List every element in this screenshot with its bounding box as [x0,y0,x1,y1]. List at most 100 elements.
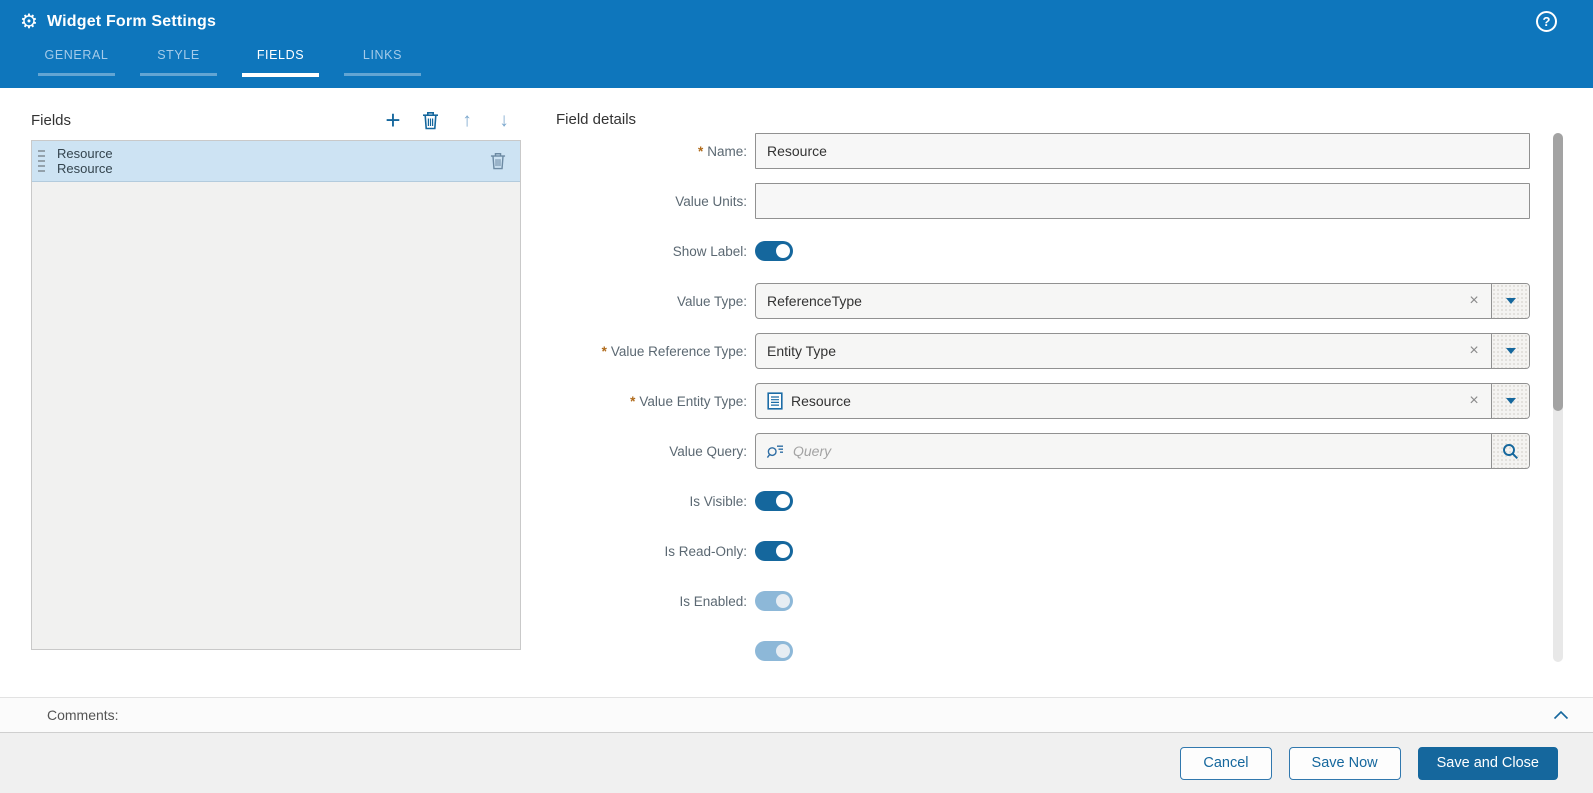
dropdown-open-button[interactable] [1491,284,1529,318]
tab-style[interactable]: STYLE [140,46,217,77]
toggle-knob [776,594,790,608]
show-label-toggle[interactable] [755,241,793,261]
query-icon [766,445,783,458]
footer-action-bar: Cancel Save Now Save and Close [0,733,1593,793]
toggle-knob [776,494,790,508]
trash-icon [422,111,438,129]
chevron-up-icon [1553,710,1569,720]
save-now-button[interactable]: Save Now [1288,746,1401,780]
is-enabled-label: Is Enabled: [679,593,747,609]
drag-handle-icon[interactable] [38,149,45,173]
question-mark-icon: ? [1542,14,1551,29]
row-value-reference-type: * Value Reference Type: Entity Type × [556,333,1530,369]
move-up-button[interactable]: ↑ [456,108,478,132]
value-entity-type-label: * Value Entity Type: [630,393,747,409]
fields-list: Resource Resource [31,140,521,650]
tab-underline [344,73,421,76]
name-label: * Name: [697,143,747,159]
chevron-down-icon [1505,398,1516,404]
is-enabled-toggle[interactable] [755,591,793,611]
tab-underline [140,73,217,76]
tab-bar: GENERAL STYLE FIELDS LINKS [38,46,1593,77]
required-asterisk: * [630,393,636,409]
tab-underline [38,73,115,76]
list-item-line2: Resource [57,161,113,176]
value-reference-type-label: * Value Reference Type: [601,343,747,359]
form-scrollbar-thumb[interactable] [1553,133,1563,411]
list-item-line1: Resource [57,146,113,161]
toggle-knob [776,644,790,658]
chevron-down-icon [1505,348,1516,354]
value-entity-type-dropdown[interactable]: Resource × [755,383,1530,419]
titlebar: ⚙ Widget Form Settings [0,0,1593,32]
tab-underline [242,73,319,77]
required-asterisk: * [601,343,607,359]
value-units-label: Value Units: [675,193,747,209]
search-button[interactable] [1491,434,1529,468]
collapse-comments-button[interactable] [1553,710,1569,720]
move-down-button[interactable]: ↓ [493,108,515,132]
toggle-knob [776,244,790,258]
dropdown-open-button[interactable] [1491,384,1529,418]
help-button[interactable]: ? [1536,11,1557,32]
row-is-enabled: Is Enabled: [556,583,1530,619]
form-scrollbar-track[interactable] [1553,133,1563,662]
tab-general[interactable]: GENERAL [38,46,115,77]
is-read-only-toggle[interactable] [755,541,793,561]
delete-field-button[interactable] [419,108,441,132]
value-query-label: Value Query: [669,443,747,459]
field-details-form: *Name: Value Units: Show Label: Value Ty… [556,133,1530,662]
fields-panel: Fields + ↑ ↓ Resource Resource [31,104,521,650]
row-is-visible: Is Visible: [556,483,1530,519]
value-reference-type-dropdown[interactable]: Entity Type × [755,333,1530,369]
field-details-title: Field details [556,111,637,128]
is-visible-toggle[interactable] [755,491,793,511]
row-value-query: Value Query: Query [556,433,1530,469]
row-clipped [556,633,1530,662]
row-value-type: Value Type: ReferenceType × [556,283,1530,319]
fields-toolbar: + ↑ ↓ [382,105,521,135]
toggle-knob [776,544,790,558]
field-list-item-resource[interactable]: Resource Resource [32,141,520,182]
entity-type-icon [767,392,783,410]
clipped-toggle[interactable] [755,641,793,661]
gear-icon: ⚙ [20,11,38,33]
value-query-input[interactable]: Query [755,433,1530,469]
tab-fields[interactable]: FIELDS [242,46,319,77]
row-value-entity-type: * Value Entity Type: Resource × [556,383,1530,419]
chevron-down-icon [1505,298,1516,304]
dropdown-open-button[interactable] [1491,334,1529,368]
value-entity-type-value: Resource [791,393,851,409]
item-delete-icon[interactable] [490,152,506,170]
trash-icon [490,153,506,170]
is-visible-label: Is Visible: [689,493,747,509]
arrow-down-icon: ↓ [499,109,509,131]
tab-style-label: STYLE [157,48,200,62]
row-show-label: Show Label: [556,233,1530,269]
comments-bar: Comments: [0,697,1593,733]
tab-links[interactable]: LINKS [344,46,421,77]
dialog-header: ⚙ Widget Form Settings ? GENERAL STYLE F… [0,0,1593,88]
tab-links-label: LINKS [362,48,403,62]
value-type-label: Value Type: [676,293,747,309]
fields-panel-header: Fields + ↑ ↓ [31,104,521,136]
tab-fields-label: FIELDS [256,48,305,62]
row-is-read-only: Is Read-Only: [556,533,1530,569]
plus-icon: + [385,105,401,135]
clear-icon[interactable]: × [1457,384,1491,418]
row-value-units: Value Units: [556,183,1530,219]
value-type-value: ReferenceType [767,293,862,309]
clear-icon[interactable]: × [1457,284,1491,318]
clear-icon[interactable]: × [1457,334,1491,368]
name-input[interactable] [755,133,1530,169]
value-type-dropdown[interactable]: ReferenceType × [755,283,1530,319]
query-placeholder: Query [793,443,832,459]
comments-label: Comments: [47,707,119,723]
cancel-button[interactable]: Cancel [1180,746,1272,780]
list-item-text: Resource Resource [57,146,113,176]
save-and-close-button[interactable]: Save and Close [1417,746,1558,780]
value-units-input[interactable] [755,183,1530,219]
show-label-label: Show Label: [672,243,747,259]
fields-panel-title: Fields [31,111,72,129]
add-field-button[interactable]: + [382,105,404,135]
